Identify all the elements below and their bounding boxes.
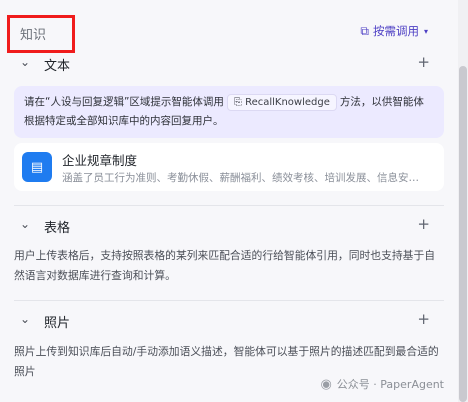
add-photo-plus-icon[interactable]: + [417,310,430,328]
recall-tip: 请在“人设与回复逻辑”区域提示智能体调用 ⎘ RecallKnowledge 方法，… [14,86,444,138]
knowledge-base-card[interactable]: ▤ 企业规章制度 涵盖了员工行为准则、考勤休假、薪酬福利、绩效考核、培训发展、信… [14,143,444,191]
section-title: 知识 [20,28,47,43]
tip-text-1: 请在“人设与回复逻辑”区域提示智能体调用 [24,96,224,108]
knowledge-panel: 知识 ⧉ 按需调用 ▾ ⌄ 文本 + 请在“人设与回复逻辑”区域提示智能体调用 ⎘… [0,0,458,402]
group-photo-header[interactable]: ⌄ 照片 + [0,309,458,333]
wechat-icon: ◉ [320,376,332,392]
chevron-down-icon[interactable]: ⌄ [20,55,30,69]
kb-description: 涵盖了员工行为准则、考勤休假、薪酬福利、绩效考核、培训发展、信息安… [62,172,419,184]
recall-method-chip: ⎘ RecallKnowledge [226,94,337,111]
group-table-label: 表格 [44,221,71,236]
add-table-plus-icon[interactable]: + [417,215,430,233]
add-text-plus-icon[interactable]: + [417,53,430,71]
knowledge-header: 知识 ⧉ 按需调用 ▾ [0,14,458,53]
scrollbar-thumb[interactable] [459,66,467,402]
group-table-header[interactable]: ⌄ 表格 + [0,214,458,238]
watermark-text: 公众号 · PaperAgent [336,378,444,391]
caret-down-icon: ▾ [423,26,428,36]
scrollbar-track[interactable] [458,0,468,402]
group-text-label: 文本 [44,59,71,74]
recall-method-name: RecallKnowledge [245,97,330,108]
divider [14,205,444,206]
group-text-header[interactable]: ⌄ 文本 + [0,52,458,76]
document-icon: ▤ [22,152,52,182]
kb-title: 企业规章制度 [62,153,138,168]
on-demand-dropdown[interactable]: ⧉ 按需调用 ▾ [360,23,428,39]
on-demand-label: 按需调用 [372,24,419,38]
chevron-down-icon[interactable]: ⌄ [20,312,30,326]
watermark: ◉ 公众号 · PaperAgent [320,376,444,392]
puzzle-icon: ⧉ [360,23,369,38]
table-description: 用户上传表格后，支持按照表格的某列来匹配合适的行给智能体引用，同时也支持基于自然… [14,249,436,282]
chevron-down-icon[interactable]: ⌄ [20,217,30,231]
group-photo-label: 照片 [44,316,71,331]
divider [14,300,444,301]
